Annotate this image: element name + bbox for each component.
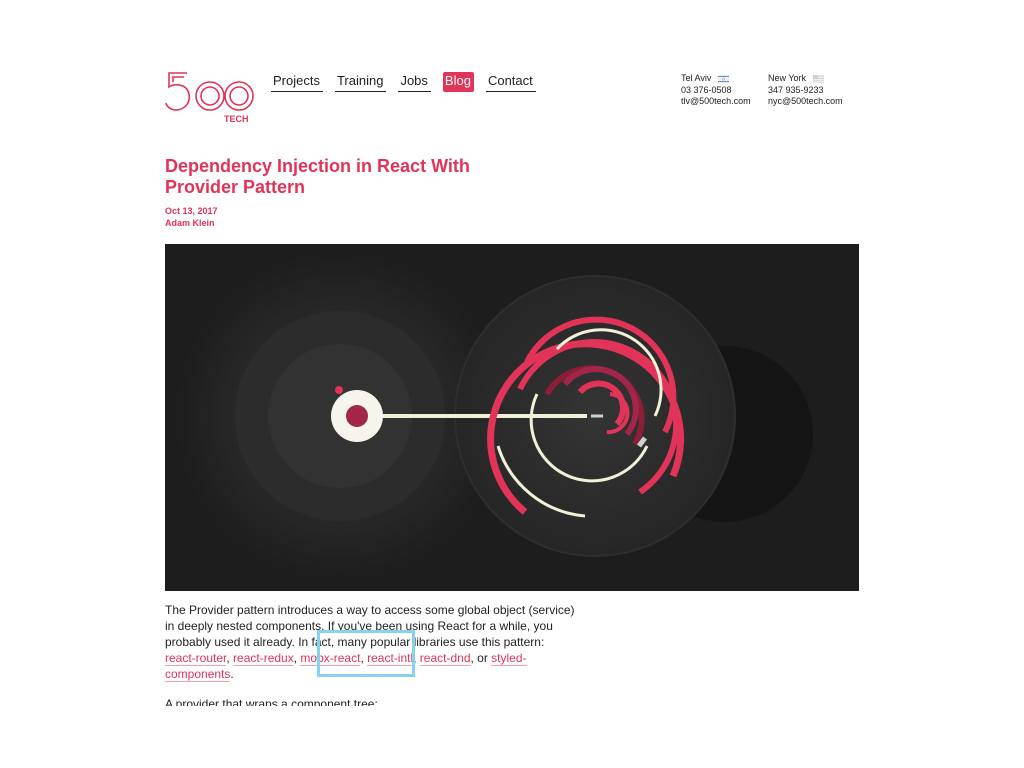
separator: . <box>230 667 234 681</box>
next-paragraph: A provider that wraps a component tree: <box>165 697 378 706</box>
office-phone[interactable]: 347 935-9233 <box>768 85 843 97</box>
separator: , <box>413 651 420 665</box>
nav-jobs[interactable]: Jobs <box>398 72 431 92</box>
hero-image <box>165 244 859 591</box>
main-nav: Projects Training Jobs Blog Contact <box>271 72 536 92</box>
office-phone[interactable]: 03 376-0508 <box>681 85 751 97</box>
nav-blog[interactable]: Blog <box>442 72 474 92</box>
paragraph-text: The Provider pattern introduces a way to… <box>165 603 575 649</box>
article-meta: Oct 13, 2017 Adam Klein <box>165 205 218 229</box>
article-body: The Provider pattern introduces a way to… <box>165 602 575 706</box>
office-email[interactable]: nyc@500tech.com <box>768 96 843 108</box>
office-city: New York <box>768 73 807 83</box>
article-date: Oct 13, 2017 <box>165 206 218 216</box>
link-react-intl[interactable]: react-intl <box>367 651 414 666</box>
link-react-redux[interactable]: react-redux <box>233 651 294 666</box>
nav-projects[interactable]: Projects <box>271 72 323 92</box>
article-author: Adam Klein <box>165 218 215 228</box>
office-email[interactable]: tlv@500tech.com <box>681 96 751 108</box>
separator: , or <box>470 651 492 665</box>
link-mobx-react[interactable]: mobx-react <box>300 651 361 666</box>
nav-contact[interactable]: Contact <box>485 72 536 92</box>
article-paragraph: The Provider pattern introduces a way to… <box>165 602 575 682</box>
usa-flag-icon <box>812 74 824 83</box>
article-title: Dependency Injection in React With Provi… <box>165 156 470 197</box>
500tech-logo[interactable]: TECH <box>165 70 257 124</box>
office-new-york: New York 347 935-9233 nyc@500tech.com <box>768 73 843 108</box>
office-city: Tel Aviv <box>681 73 712 83</box>
israel-flag-icon <box>717 74 729 83</box>
provider-illustration <box>175 251 813 581</box>
nav-training[interactable]: Training <box>334 72 387 92</box>
link-react-router[interactable]: react-router <box>165 651 227 666</box>
logo-word: TECH <box>224 114 249 124</box>
office-tel-aviv: Tel Aviv 03 376-0508 tlv@500tech.com <box>681 73 751 108</box>
link-react-dnd[interactable]: react-dnd <box>419 651 471 666</box>
